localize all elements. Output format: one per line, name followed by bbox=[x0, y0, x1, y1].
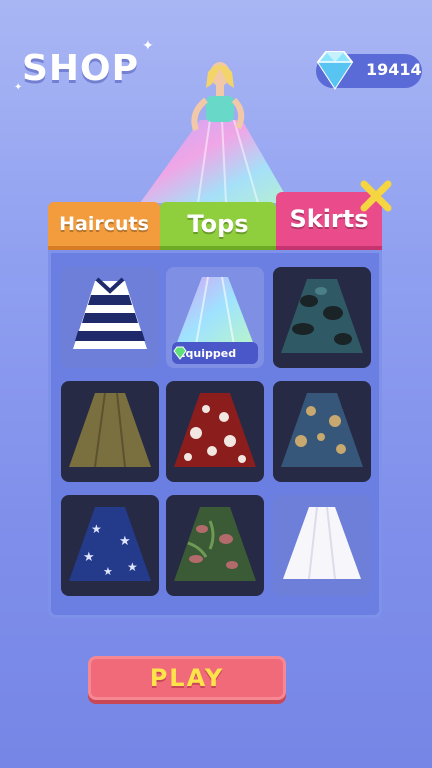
tab-haircuts[interactable]: Haircuts bbox=[48, 202, 160, 252]
item-grid: Equipped ★ ★ ★ ★ ★ bbox=[48, 250, 382, 618]
currency-counter: 19414 bbox=[316, 51, 422, 90]
svg-text:★: ★ bbox=[119, 534, 131, 549]
white-skirt-icon bbox=[283, 506, 361, 580]
equipped-badge: Equipped bbox=[172, 342, 258, 364]
floral-blue-skirt-icon bbox=[281, 393, 363, 467]
item-holographic-skirt[interactable]: Equipped bbox=[166, 267, 264, 368]
character-preview bbox=[140, 62, 290, 204]
svg-text:★: ★ bbox=[83, 550, 95, 565]
tropical-skirt-icon bbox=[174, 507, 256, 581]
currency-amount: 19414 bbox=[366, 60, 422, 79]
tab-tops[interactable]: Tops bbox=[160, 202, 276, 252]
camo-skirt-icon bbox=[281, 279, 363, 353]
page-title: SHOP bbox=[22, 48, 140, 89]
item-striped-skirt[interactable] bbox=[61, 267, 159, 368]
svg-text:★: ★ bbox=[103, 565, 113, 578]
svg-text:★: ★ bbox=[91, 522, 102, 536]
sparkle-icon: ✦ bbox=[14, 82, 23, 93]
item-floral-blue-skirt[interactable] bbox=[273, 381, 371, 482]
item-tropical-skirt[interactable] bbox=[166, 495, 264, 596]
item-olive-skirt[interactable] bbox=[61, 381, 159, 482]
item-camo-skirt[interactable] bbox=[273, 267, 371, 368]
green-gem-icon bbox=[173, 346, 187, 360]
svg-text:★: ★ bbox=[127, 560, 138, 574]
olive-skirt-icon bbox=[69, 392, 151, 468]
diamond-icon bbox=[316, 51, 354, 90]
star-skirt-icon: ★ ★ ★ ★ ★ bbox=[69, 507, 151, 581]
item-red-polka-skirt[interactable] bbox=[166, 381, 264, 482]
striped-skirt-icon bbox=[73, 277, 147, 349]
red-polka-skirt-icon bbox=[174, 393, 256, 467]
item-star-skirt[interactable]: ★ ★ ★ ★ ★ bbox=[61, 495, 159, 596]
sparkle-icon: ✦ bbox=[142, 38, 154, 54]
item-white-skirt[interactable] bbox=[273, 495, 371, 596]
close-icon[interactable] bbox=[358, 178, 394, 214]
play-button[interactable]: PLAY bbox=[88, 656, 286, 700]
